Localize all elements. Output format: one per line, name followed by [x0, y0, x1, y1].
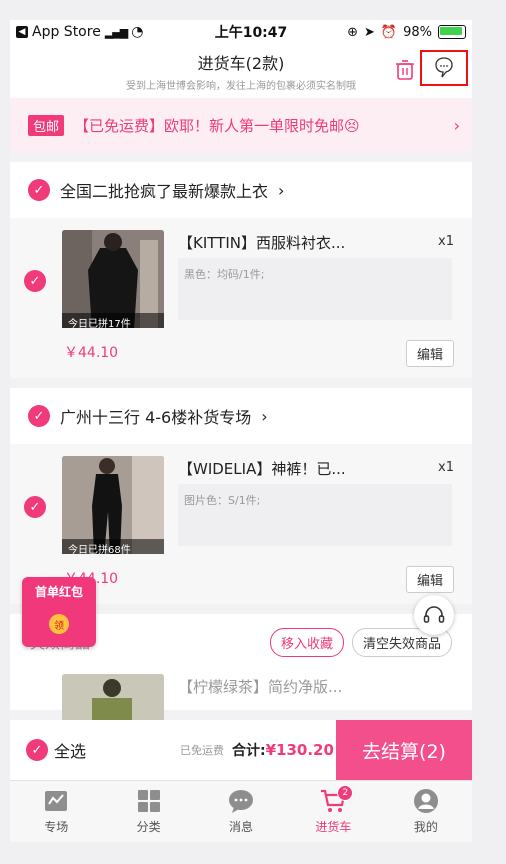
shop-name: 全国二批抢疯了最新爆款上衣	[60, 182, 269, 201]
total-label: 合计:	[232, 743, 266, 759]
red-packet-title: 首单红包	[34, 585, 83, 599]
trash-icon[interactable]	[396, 60, 414, 80]
product-image[interactable]: 今日已拼68件	[62, 456, 164, 558]
lock-rotation-icon: ⊕	[347, 24, 358, 40]
checkout-bar: ✓ 全选 已免运费 合计: ¥130.20 去结算(2)	[10, 720, 472, 780]
cart-item[interactable]: ✓ 今日已拼17件 【KITTIN】西服料衬衣... x1 黑色：均码/1件;	[10, 218, 472, 332]
message-icon	[229, 790, 254, 813]
status-bar: ◀ App Store ▂▄▆ ◔ 上午10:47 ⊕ ➤ ⏰ 98%	[10, 20, 472, 44]
nav-bar: 进货车(2款) 受到上海世博会影响，发往上海的包裹必须实名制哦	[10, 44, 472, 98]
grid-icon	[137, 790, 160, 812]
shop-header[interactable]: ✓ 全国二批抢疯了最新爆款上衣 ›	[10, 162, 472, 218]
venue-icon	[45, 791, 68, 811]
item-quantity: x1	[438, 234, 454, 249]
chat-bubble-icon	[435, 57, 453, 78]
item-quantity: x1	[438, 460, 454, 475]
item-title[interactable]: 【KITTIN】西服料衬衣...	[178, 232, 345, 253]
red-packet-coin: 领	[49, 614, 69, 634]
back-app-icon[interactable]: ◀	[16, 26, 28, 38]
item-title[interactable]: 【WIDELIA】神裤！已...	[178, 458, 346, 479]
select-all-checkbox[interactable]: ✓	[26, 739, 48, 761]
chevron-right-icon: ›	[278, 180, 285, 200]
edit-button[interactable]: 编辑	[405, 566, 454, 593]
free-shipping-label: 已免运费	[180, 744, 224, 757]
item-price: ￥44.10	[64, 345, 119, 361]
free-shipping-tag: 包邮	[28, 114, 65, 136]
item-footer: ￥44.10 编辑	[10, 328, 472, 378]
total-value: ¥130.20	[265, 741, 334, 759]
cart-badge: 2	[337, 785, 354, 801]
tab-label: 专场	[44, 820, 69, 834]
shop-checkbox[interactable]: ✓	[28, 179, 50, 201]
promo-banner[interactable]: 包邮 【已免运费】欧耶！新人第一单限时免邮😣 ›	[10, 98, 472, 152]
chevron-right-icon: ›	[261, 406, 268, 426]
select-all-label: 全选	[54, 742, 87, 761]
item-spec: 图片色：S/1件;	[178, 484, 452, 546]
battery-percent: 98%	[403, 24, 432, 40]
chat-button[interactable]	[420, 50, 468, 86]
select-all[interactable]: ✓ 全选	[10, 738, 166, 762]
status-time: 上午10:47	[214, 25, 288, 41]
red-packet-button[interactable]: 首单红包 领	[22, 577, 96, 647]
headset-icon	[423, 606, 445, 623]
customer-service-button[interactable]	[414, 595, 454, 635]
checkout-button[interactable]: 去结算(2)	[336, 720, 472, 780]
tab-cart[interactable]: 2 进货车	[287, 781, 379, 842]
tab-messages[interactable]: 消息	[195, 781, 287, 842]
tab-profile[interactable]: 我的	[380, 781, 472, 842]
move-to-favorites-button[interactable]: 移入收藏	[269, 627, 344, 657]
tab-label: 分类	[136, 820, 161, 834]
tab-label: 我的	[413, 820, 438, 834]
wifi-icon: ◔	[131, 24, 144, 40]
promo-text: 【已免运费】欧耶！新人第一单限时免邮😣	[74, 116, 360, 135]
carrier-label: App Store	[32, 24, 101, 40]
tab-label: 进货车	[315, 820, 352, 834]
product-image[interactable]: 今日已拼17件	[62, 230, 164, 332]
alarm-icon: ⏰	[380, 24, 398, 40]
shop-checkbox[interactable]: ✓	[28, 405, 50, 427]
tab-category[interactable]: 分类	[102, 781, 194, 842]
invalid-item[interactable]: 【柠檬绿茶】简约净版...	[10, 670, 472, 776]
tab-label: 消息	[229, 820, 254, 834]
shop-name: 广州十三行 4-6楼补货专场	[60, 408, 252, 427]
tab-venue[interactable]: 专场	[10, 781, 102, 842]
profile-icon	[413, 789, 438, 813]
location-icon: ➤	[364, 24, 375, 40]
shop-header[interactable]: ✓ 广州十三行 4-6楼补货专场 ›	[10, 388, 472, 444]
signal-icon: ▂▄▆	[104, 25, 128, 39]
item-checkbox[interactable]: ✓	[24, 496, 46, 518]
edit-button[interactable]: 编辑	[405, 340, 454, 367]
item-checkbox[interactable]: ✓	[24, 270, 46, 292]
item-title: 【柠檬绿茶】简约净版...	[178, 678, 343, 696]
shop-section: ✓ 全国二批抢疯了最新爆款上衣 › ✓ 今日已拼17件 【KITTIN】西服料衬…	[10, 162, 472, 378]
chevron-right-icon: ›	[453, 115, 460, 135]
tab-bar: 专场 分类 消息 2 进货车 我的	[10, 780, 472, 842]
phone-screen: ◀ App Store ▂▄▆ ◔ 上午10:47 ⊕ ➤ ⏰ 98% 进货车(…	[10, 20, 472, 842]
shop-section: ✓ 广州十三行 4-6楼补货专场 › ✓ 今日已拼68件 【WIDELIA】神裤…	[10, 388, 472, 604]
battery-icon	[438, 25, 466, 39]
cart-item[interactable]: ✓ 今日已拼68件 【WIDELIA】神裤！已... x1 图片色：S/1件;	[10, 444, 472, 558]
item-spec: 黑色：均码/1件;	[178, 258, 452, 320]
